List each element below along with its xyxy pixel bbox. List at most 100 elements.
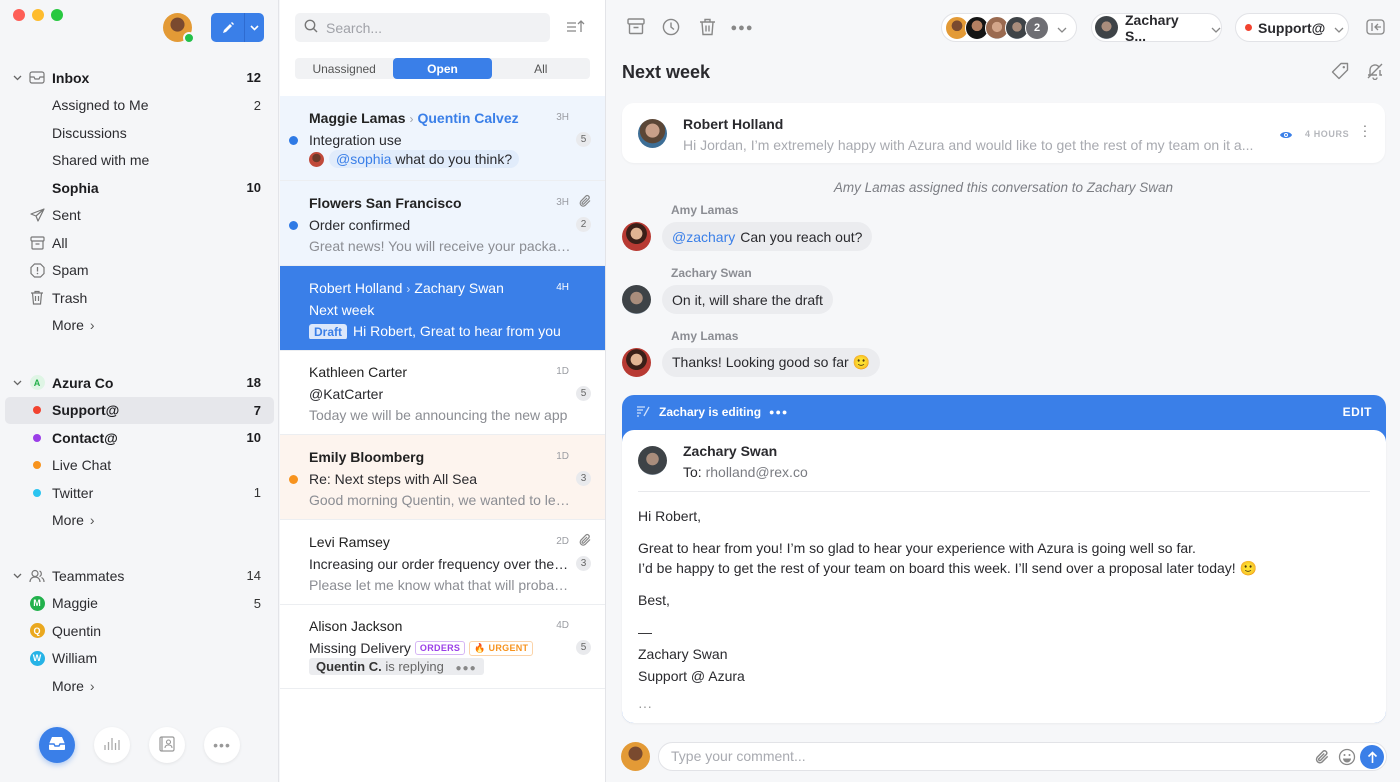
assignee-dropdown[interactable]: Zachary S... [1091, 11, 1222, 44]
message-count-badge: 3 [576, 556, 591, 571]
conversation-item[interactable]: Kathleen Carter 1D @KatCarter 5 Today we… [280, 350, 605, 435]
editing-icon [636, 405, 651, 420]
mute-button[interactable] [1365, 62, 1385, 82]
sidebar-item-assigned-to-me[interactable]: Assigned to Me 2 [0, 92, 279, 120]
sidebar-item-teammates[interactable]: Teammates 14 [0, 562, 279, 590]
inbox-color-dot-icon [1245, 24, 1252, 31]
sidebar-item-all[interactable]: All [0, 229, 279, 257]
nav-inbox-button[interactable] [39, 727, 75, 763]
conversation-item[interactable]: Maggie Lamas › Quentin Calvez 3H Integrati… [280, 96, 605, 181]
team-section: A Azura Co 18 Support@ 7 Contact@ 10 Liv… [0, 369, 279, 534]
kebab-menu-icon[interactable]: · · · [1362, 118, 1368, 142]
sort-button[interactable] [566, 18, 586, 36]
chevron-right-icon: › [406, 282, 411, 296]
sidebar-item-maggie[interactable]: M Maggie 5 [0, 590, 279, 618]
recipient-email: rholland@rex.co [705, 464, 808, 480]
conversation-item[interactable]: Alison Jackson 4D Missing Delivery ORDERS… [280, 604, 605, 689]
window-controls [13, 9, 63, 21]
timestamp: 1D [556, 366, 569, 377]
sidebar-item-shared-with-me[interactable]: Shared with me [0, 147, 279, 175]
snooze-button[interactable] [661, 18, 681, 38]
edit-draft-button[interactable]: EDIT [1343, 405, 1372, 419]
tab-all[interactable]: All [492, 58, 590, 79]
sidebar-item-contact[interactable]: Contact@ 10 [0, 424, 279, 452]
nav-contacts-button[interactable] [149, 727, 185, 763]
sidebar-teammates-more-button[interactable]: More › [0, 672, 279, 700]
tab-unassigned[interactable]: Unassigned [295, 58, 393, 79]
compose-dropdown-chevron-icon[interactable] [245, 13, 264, 42]
recipient-name: Quentin Calvez [417, 110, 519, 126]
conversation-item-selected[interactable]: Robert Holland › Zachary Swan 4H Next week… [280, 266, 605, 351]
unread-dot [289, 221, 298, 230]
sort-ascending-icon [566, 20, 586, 37]
chevron-down-icon[interactable] [12, 73, 22, 83]
attach-file-button[interactable] [1314, 749, 1330, 769]
conversation-item[interactable]: Emily Bloomberg 1D Re: Next steps with A… [280, 435, 605, 520]
tag-orders[interactable]: ORDERS [414, 641, 466, 655]
send-button[interactable] [1360, 745, 1384, 769]
comment-author: Amy Lamas [671, 329, 739, 343]
more-actions-button[interactable]: ●●● [731, 18, 753, 38]
inbox-dropdown[interactable]: Support@ [1235, 13, 1349, 42]
tab-open[interactable]: Open [393, 58, 492, 79]
expand-quoted-button[interactable]: ··· [638, 696, 1257, 716]
conversation-item[interactable]: Flowers San Francisco 3H Order confirmed… [280, 181, 605, 266]
inbox-color-dot-icon [29, 402, 45, 418]
extra-participants-count: 2 [1025, 15, 1049, 40]
comment-input[interactable] [671, 748, 1271, 764]
tag-urgent[interactable]: 🔥 URGENT [469, 641, 534, 656]
typing-dots-icon: ●●● [455, 663, 477, 674]
sidebar-item-live-chat[interactable]: Live Chat [0, 452, 279, 480]
archive-button[interactable] [626, 18, 646, 38]
minimize-window-button[interactable] [32, 9, 44, 21]
maximize-window-button[interactable] [51, 9, 63, 21]
sidebar-item-quentin[interactable]: Q Quentin [0, 617, 279, 645]
email-message-card[interactable]: Robert Holland Hi Jordan, I’m extremely … [622, 103, 1385, 163]
sidebar-item-twitter[interactable]: Twitter 1 [0, 479, 279, 507]
sidebar-item-william[interactable]: W William [0, 645, 279, 673]
close-window-button[interactable] [13, 9, 25, 21]
people-icon [29, 568, 45, 584]
chevron-down-icon[interactable] [12, 571, 22, 581]
nav-more-button[interactable]: ••• [204, 727, 240, 763]
nav-analytics-button[interactable] [94, 727, 130, 763]
sidebar-item-inbox[interactable]: Inbox 12 [0, 64, 279, 92]
sidebar-item-sent[interactable]: Sent [0, 202, 279, 230]
tag-button[interactable] [1330, 62, 1350, 82]
draft-body[interactable]: Zachary Swan To: rholland@rex.co Hi Robe… [622, 430, 1386, 723]
editing-status: Zachary is editing [659, 405, 762, 419]
tag-icon [1331, 62, 1349, 83]
commenter-avatar [309, 152, 324, 167]
user-avatar[interactable] [163, 13, 195, 44]
assignee-avatar [1095, 16, 1118, 39]
teammate-avatar-icon: M [29, 595, 45, 611]
online-status-indicator [183, 32, 195, 44]
search-field[interactable] [295, 13, 550, 42]
preview-text: Great news! You will receive your packag… [309, 238, 571, 254]
more-icon: ••• [213, 737, 231, 753]
conversation-item[interactable]: Levi Ramsey 2D Increasing our order freq… [280, 520, 605, 605]
sidebar-item-sophia[interactable]: Sophia 10 [0, 174, 279, 202]
unread-dot [289, 475, 298, 484]
sidebar-team-more-button[interactable]: More › [0, 507, 279, 535]
archive-icon [29, 235, 45, 251]
current-user-avatar [621, 742, 650, 771]
mention-link[interactable]: @zachary [672, 229, 735, 245]
pencil-icon[interactable] [211, 13, 245, 42]
sidebar-inbox-more-button[interactable]: More › [0, 312, 279, 340]
sidebar-item-discussions[interactable]: Discussions [0, 119, 279, 147]
analytics-icon [103, 737, 121, 754]
emoji-button[interactable] [1338, 748, 1356, 769]
participants-dropdown[interactable]: 2 [941, 13, 1077, 42]
sidebar-item-trash[interactable]: Trash [0, 284, 279, 312]
search-input[interactable] [326, 19, 536, 36]
sidebar-item-azura-co[interactable]: A Azura Co 18 [0, 369, 279, 397]
chevron-down-icon[interactable] [12, 378, 22, 388]
sidebar-item-spam[interactable]: Spam [0, 257, 279, 285]
chevron-right-icon: › [89, 317, 95, 334]
compose-button[interactable] [211, 13, 264, 42]
sidebar-item-support[interactable]: Support@ 7 [5, 396, 274, 424]
assignee-name: Zachary S... [1125, 11, 1179, 44]
toggle-sidebar-button[interactable] [1365, 18, 1385, 38]
delete-button[interactable] [697, 18, 717, 38]
